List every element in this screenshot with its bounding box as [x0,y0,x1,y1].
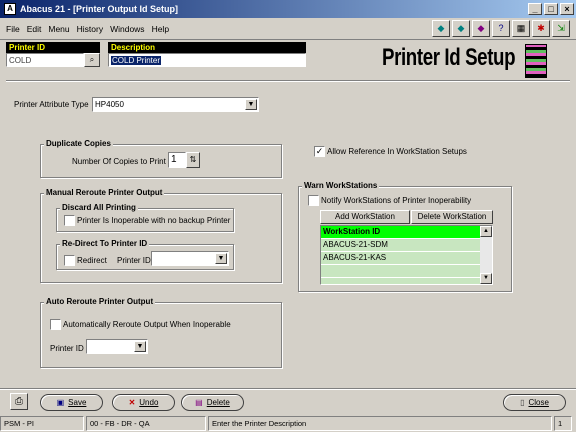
attr-type-label: Printer Attribute Type [14,100,89,109]
minimize-button[interactable]: _ [528,3,542,15]
description-value: COLD Printer [111,56,162,65]
auto-reroute-group [40,302,282,368]
window-title: Abacus 21 - [Printer Output Id Setup] [20,4,179,14]
auto-printer-id-label: Printer ID [50,344,84,353]
status-codes: 00 - FB - DR - QA [86,416,206,431]
printer-id-value: COLD [9,56,32,65]
chevron-down-icon[interactable]: ▼ [215,253,227,264]
gem-icon[interactable]: ◆ [472,20,490,37]
redirect-checkbox[interactable] [64,255,75,266]
copies-value: 1 [171,154,177,165]
inoperable-checkbox[interactable] [64,215,75,226]
status-bar: PSM - PI 00 - FB - DR - QA Enter the Pri… [0,415,576,432]
undo-icon: ✕ [128,398,136,407]
arrow-right-icon[interactable]: ◆ [452,20,470,37]
save-button[interactable]: ▣ Save [40,394,103,411]
menu-file[interactable]: File [6,24,20,34]
scroll-up-icon[interactable]: ▲ [480,226,492,237]
notify-checkbox[interactable] [308,195,319,206]
lookup-button[interactable]: ⌕ [84,53,100,67]
list-scrollbar[interactable]: ▲ ▼ [480,226,492,284]
status-page: 1 [554,416,572,431]
list-header: WorkStation ID [321,226,480,239]
description-field[interactable]: COLD Printer [108,53,306,67]
delete-icon: ▤ [195,398,203,407]
allow-reference-checkbox[interactable]: ✓ [314,146,325,157]
auto-reroute-label: Automatically Reroute Output When Inoper… [63,320,231,329]
toolbar: ◆ ◆ ◆ ? ▦ ✱ ⇲ [432,20,570,37]
attr-type-select[interactable]: HP4050 ▼ [92,97,259,112]
close-button[interactable]: ▯ Close [503,394,566,411]
menu-history[interactable]: History [77,24,103,34]
chevron-down-icon[interactable]: ▼ [245,99,257,110]
inoperable-label: Printer Is Inoperable with no backup Pri… [77,216,231,225]
check-icon: ✓ [315,146,324,156]
discard-title: Discard All Printing [60,203,138,212]
exit-icon[interactable]: ⇲ [552,20,570,37]
delete-button[interactable]: ▤ Delete [181,394,244,411]
logo-icon [525,44,547,78]
auto-reroute-title: Auto Reroute Printer Output [44,297,156,306]
status-message: Enter the Printer Description [208,416,552,431]
help-person-icon[interactable]: ✱ [532,20,550,37]
menu-windows[interactable]: Windows [110,24,144,34]
delete-workstation-button[interactable]: Delete WorkStation [411,210,493,224]
close-window-button[interactable]: × [560,3,574,15]
printer-id-field[interactable]: COLD [6,53,84,67]
title-bar: A Abacus 21 - [Printer Output Id Setup] … [0,0,576,18]
calculator-icon[interactable]: ▦ [512,20,530,37]
auto-printer-id-select[interactable]: ▼ [86,339,148,354]
door-icon: ▯ [520,398,525,407]
printer-id-header-label: Printer ID [6,42,100,53]
attr-type-value: HP4050 [95,100,124,109]
copies-stepper[interactable]: ⇅ [186,152,200,168]
status-module: PSM - PI [0,416,84,431]
stepper-icon: ⇅ [189,155,197,164]
list-item[interactable]: ABACUS-21-SDM [321,239,480,252]
undo-button-label: Undo [139,398,159,407]
list-item[interactable] [321,265,480,278]
duplicate-copies-title: Duplicate Copies [44,139,113,148]
delete-button-label: Delete [206,398,230,407]
menu-edit[interactable]: Edit [27,24,42,34]
copies-input[interactable]: 1 [168,152,186,168]
close-button-label: Close [528,398,549,407]
copies-label: Number Of Copies to Print [72,157,166,166]
save-icon: ▣ [56,398,65,407]
allow-reference-label: Allow Reference In WorkStation Setups [327,147,467,156]
redirect-printer-id-label: Printer ID [117,256,151,265]
redirect-label: Redirect [77,256,107,265]
warn-workstations-title: Warn WorkStations [302,181,380,190]
manual-reroute-title: Manual Reroute Printer Output [44,188,165,197]
arrow-left-icon[interactable]: ◆ [432,20,450,37]
list-item[interactable]: ABACUS-21-KAS [321,252,480,265]
description-header-label: Description [108,42,306,53]
auto-reroute-checkbox[interactable] [50,319,61,330]
question-icon[interactable]: ? [492,20,510,37]
maximize-button[interactable]: □ [544,3,558,15]
menu-menu[interactable]: Menu [48,24,69,34]
divider [6,80,570,82]
save-button-label: Save [68,398,87,407]
menu-help[interactable]: Help [152,24,169,34]
redirect-title: Re-Direct To Printer ID [60,239,150,248]
print-icon[interactable]: ⎙ [10,393,28,410]
add-workstation-button[interactable]: Add WorkStation [320,210,410,224]
undo-button[interactable]: ✕ Undo [112,394,175,411]
scroll-down-icon[interactable]: ▼ [480,273,492,284]
app-icon: A [4,3,16,15]
page-title: Printer Id Setup [382,44,516,71]
bottom-divider [0,388,576,390]
redirect-printer-id-select[interactable]: ▼ [151,251,229,266]
chevron-down-icon[interactable]: ▼ [134,341,146,352]
workstation-list[interactable]: WorkStation ID ABACUS-21-SDM ABACUS-21-K… [320,225,493,285]
magnifier-icon: ⌕ [89,55,95,64]
notify-label: Notify WorkStations of Printer Inoperabi… [321,196,472,205]
